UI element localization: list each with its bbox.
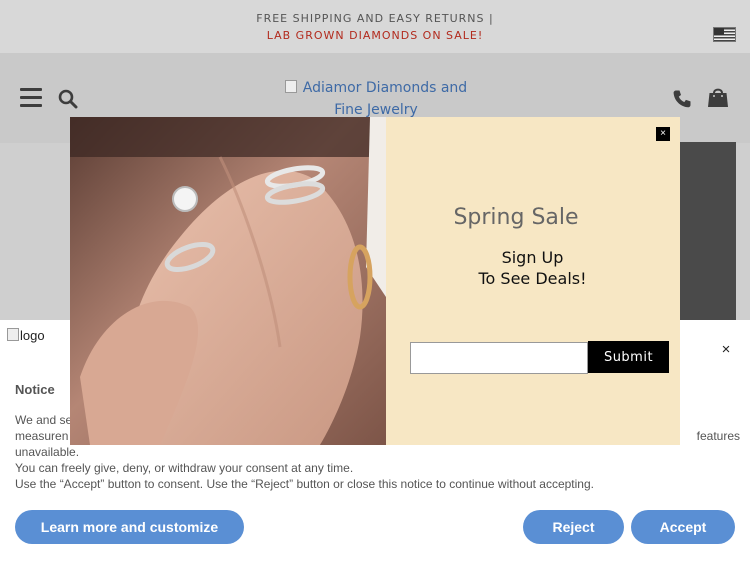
us-flag-icon[interactable] [713, 27, 736, 42]
logo-alt-text: logo [20, 328, 45, 343]
notice-text-fragment: features [696, 429, 740, 443]
logo-alt-text-line1: Adiamor Diamonds and [302, 80, 468, 96]
promo-shipping-text: FREE SHIPPING AND EASY RETURNS | [256, 12, 494, 25]
spring-sale-popup: × Spring Sale Sign Up To See Deals! Subm… [70, 117, 680, 445]
notice-text-line: unavailable. [15, 445, 80, 459]
broken-image-icon [7, 328, 19, 341]
notice-title: Notice [15, 382, 55, 397]
search-icon[interactable] [58, 89, 78, 109]
hero-image-placeholder [678, 142, 736, 320]
notice-text-line: You can freely give, deny, or withdraw y… [15, 461, 354, 475]
phone-icon[interactable] [672, 89, 692, 109]
notice-text-fragment: We and se [15, 413, 73, 427]
learn-more-button[interactable]: Learn more and customize [15, 510, 244, 544]
shopping-bag-icon[interactable] [707, 86, 729, 108]
hamburger-menu-icon[interactable] [20, 88, 42, 107]
popup-subtitle-line1: Sign Up [501, 248, 564, 267]
broken-image-icon [284, 80, 297, 93]
popup-subtitle: Sign Up To See Deals! [410, 247, 655, 289]
site-logo[interactable]: Adiamor Diamonds and Fine Jewelry [276, 77, 476, 121]
cookie-close-button[interactable]: × [719, 342, 733, 357]
popup-close-button[interactable]: × [656, 127, 670, 141]
ring-hand-photo [70, 117, 386, 445]
popup-subtitle-line2: To See Deals! [478, 269, 587, 288]
announcement-bar: FREE SHIPPING AND EASY RETURNS | LAB GRO… [0, 0, 750, 53]
email-input[interactable] [410, 342, 588, 374]
popup-title: Spring Sale [453, 205, 579, 230]
cookie-logo: logo [7, 328, 45, 343]
accept-button[interactable]: Accept [631, 510, 735, 544]
promo-sale-link[interactable]: LAB GROWN DIAMONDS ON SALE! [0, 29, 750, 42]
submit-button[interactable]: Submit [588, 341, 669, 373]
notice-text-fragment: measuren [15, 429, 69, 443]
notice-text-line: Use the “Accept” button to consent. Use … [15, 477, 594, 491]
reject-button[interactable]: Reject [523, 510, 624, 544]
